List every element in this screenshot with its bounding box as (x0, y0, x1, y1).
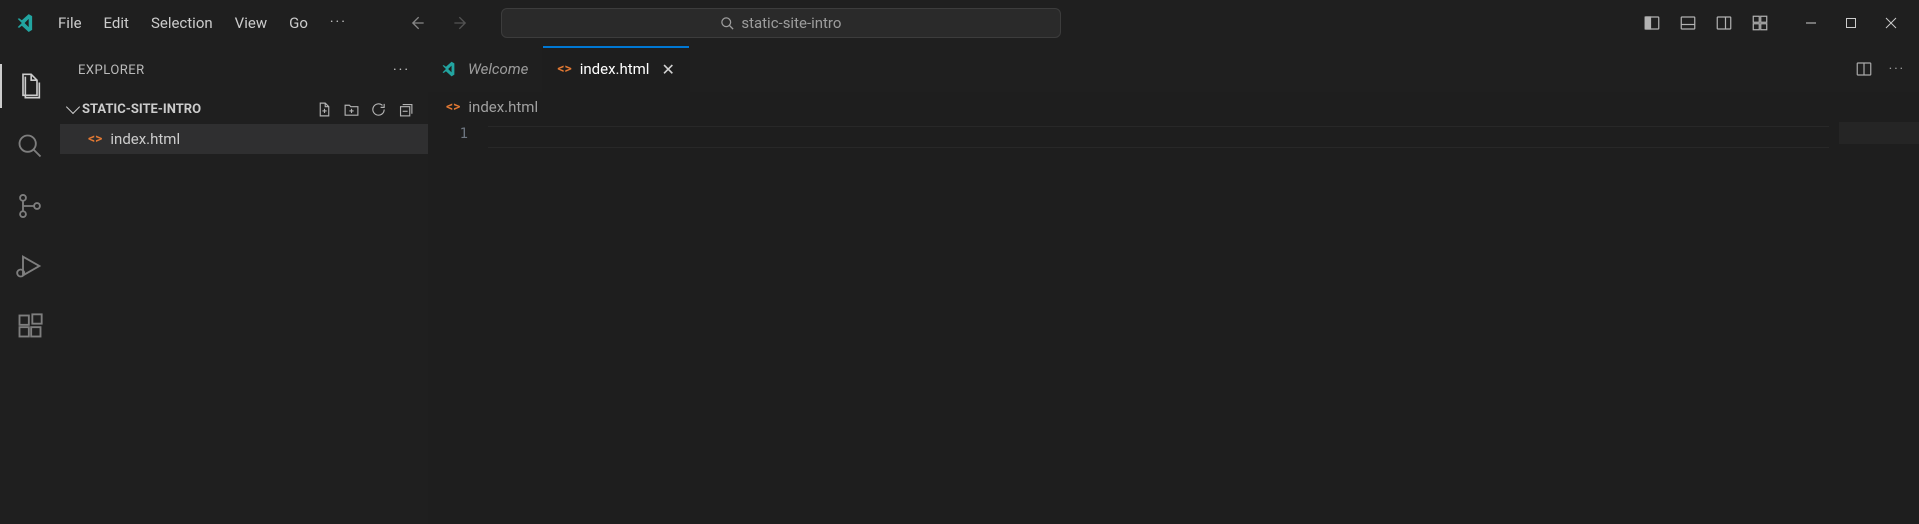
tab-bar: Welcome <> index.html ✕ ··· (428, 46, 1919, 92)
command-center-search[interactable]: static-site-intro (501, 8, 1061, 38)
editor-line[interactable] (488, 126, 1829, 148)
editor-body[interactable]: 1 (428, 122, 1919, 524)
editor-area: Welcome <> index.html ✕ ··· <> index.htm… (428, 46, 1919, 524)
maximize-button[interactable] (1831, 7, 1871, 39)
folder-name: STATIC-SITE-INTRO (82, 102, 201, 117)
menu-go[interactable]: Go (279, 8, 318, 38)
toggle-secondary-sidebar-icon[interactable] (1713, 12, 1735, 34)
new-folder-icon[interactable] (343, 101, 360, 118)
vscode-logo-icon (442, 60, 460, 78)
nav-forward-icon[interactable] (451, 13, 471, 33)
activity-bar (0, 46, 60, 524)
breadcrumb-file: index.html (468, 98, 538, 116)
collapse-all-icon[interactable] (397, 101, 414, 118)
nav-back-icon[interactable] (407, 13, 427, 33)
split-editor-icon[interactable] (1855, 60, 1873, 78)
menu-file[interactable]: File (48, 8, 92, 38)
search-icon (720, 16, 735, 31)
file-item-index-html[interactable]: <> index.html (60, 124, 428, 154)
line-number: 1 (428, 126, 468, 142)
menu-selection[interactable]: Selection (141, 8, 223, 38)
minimap-viewport[interactable] (1839, 122, 1919, 144)
tab-index-html[interactable]: <> index.html ✕ (543, 46, 690, 92)
folder-actions (316, 101, 420, 118)
refresh-icon[interactable] (370, 101, 387, 118)
main-menu: File Edit Selection View Go ··· (48, 8, 357, 38)
activity-explorer-icon[interactable] (0, 56, 60, 116)
editor-more-icon[interactable]: ··· (1889, 62, 1905, 77)
new-file-icon[interactable] (316, 101, 333, 118)
search-text: static-site-intro (741, 14, 841, 32)
folder-header[interactable]: STATIC-SITE-INTRO (60, 94, 428, 124)
chevron-down-icon (66, 100, 80, 114)
activity-extensions-icon[interactable] (0, 296, 60, 356)
html-file-icon: <> (446, 99, 460, 115)
tab-label: index.html (580, 60, 650, 78)
editor-actions: ··· (1855, 46, 1919, 92)
menu-edit[interactable]: Edit (94, 8, 139, 38)
close-button[interactable] (1871, 7, 1911, 39)
editor-content[interactable] (488, 122, 1919, 524)
sidebar-more-icon[interactable]: ··· (393, 62, 410, 78)
minimap[interactable] (1839, 122, 1919, 524)
line-number-gutter: 1 (428, 122, 488, 524)
customize-layout-icon[interactable] (1749, 12, 1771, 34)
title-right-controls (1641, 7, 1911, 39)
activity-search-icon[interactable] (0, 116, 60, 176)
window-controls (1791, 7, 1911, 39)
vscode-logo-icon (8, 12, 48, 34)
menu-overflow-icon[interactable]: ··· (320, 8, 357, 38)
title-bar: File Edit Selection View Go ··· static-s… (0, 0, 1919, 46)
breadcrumb[interactable]: <> index.html (428, 92, 1919, 122)
main-area: EXPLORER ··· STATIC-SITE-INTRO (0, 46, 1919, 524)
minimize-button[interactable] (1791, 7, 1831, 39)
tab-label: Welcome (468, 60, 528, 78)
html-file-icon: <> (88, 131, 102, 147)
close-tab-icon[interactable]: ✕ (661, 60, 674, 79)
html-file-icon: <> (557, 61, 571, 77)
file-item-label: index.html (110, 130, 180, 148)
activity-run-debug-icon[interactable] (0, 236, 60, 296)
explorer-sidebar: EXPLORER ··· STATIC-SITE-INTRO (60, 46, 428, 524)
nav-arrows (407, 13, 471, 33)
menu-view[interactable]: View (225, 8, 277, 38)
activity-source-control-icon[interactable] (0, 176, 60, 236)
toggle-panel-icon[interactable] (1677, 12, 1699, 34)
sidebar-title: EXPLORER (78, 63, 145, 78)
toggle-primary-sidebar-icon[interactable] (1641, 12, 1663, 34)
sidebar-header: EXPLORER ··· (60, 46, 428, 94)
tab-welcome[interactable]: Welcome (428, 46, 543, 92)
